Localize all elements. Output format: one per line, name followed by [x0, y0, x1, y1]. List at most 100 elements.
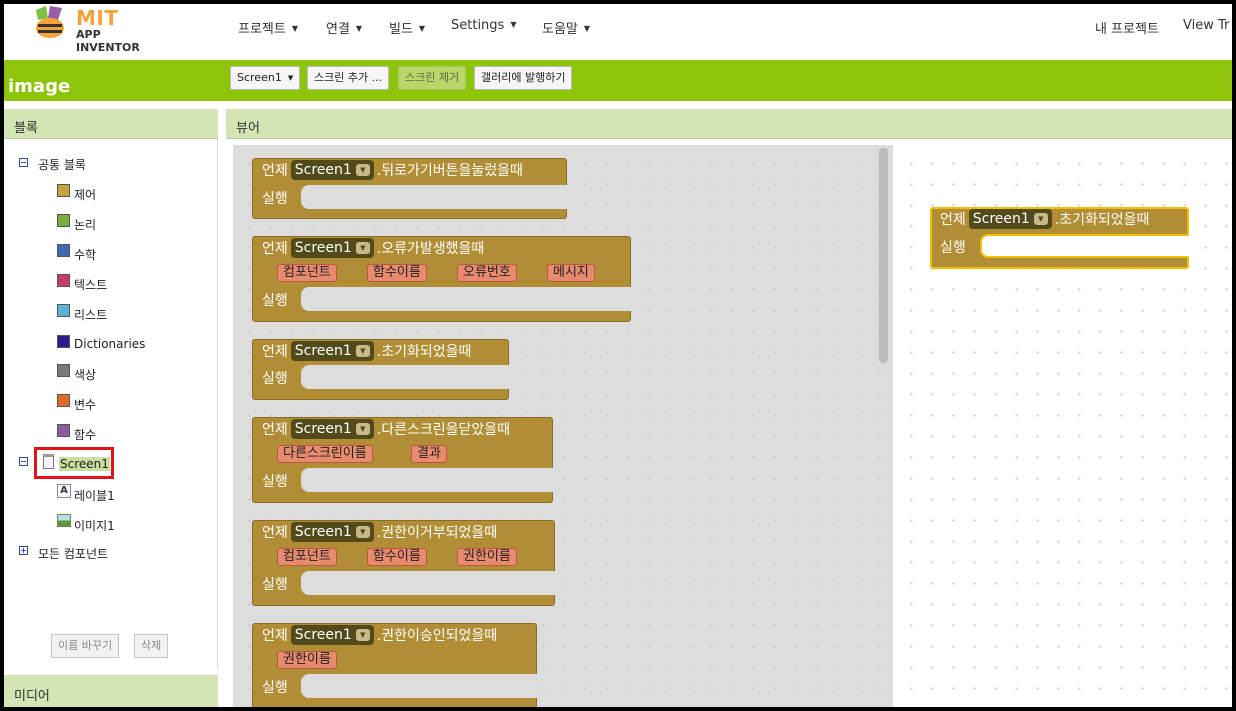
drawer-text[interactable]: 텍스트	[74, 276, 107, 293]
component-dropdown-label: Screen1	[294, 162, 352, 178]
menu-help-label: 도움말	[542, 22, 578, 37]
dropdown-arrow-icon: ▼	[355, 423, 370, 435]
viewer-title: 뷰어	[236, 121, 260, 136]
text-color-swatch	[57, 274, 70, 287]
drawer-dictionaries[interactable]: Dictionaries	[74, 337, 145, 351]
component-dropdown-label: Screen1	[294, 627, 352, 643]
blocks-flyout[interactable]: 언제 Screen1 ▼ .뒤로가기버튼을눌렀을때 실행 언제 Screen1 ▼ .오류가…	[233, 145, 893, 707]
flyout-scrollbar[interactable]	[879, 148, 888, 363]
when-label: 언제	[262, 241, 288, 257]
do-statement-slot[interactable]	[301, 468, 554, 492]
image-icon	[57, 514, 71, 527]
caret-down-icon: ▼	[355, 24, 363, 33]
event-block-header: 언제 Screen1 ▼ .초기화되었을때	[262, 339, 471, 365]
list-color-swatch	[57, 304, 70, 317]
menu-project[interactable]: 프로젝트 ▼	[238, 18, 298, 37]
param-error-number[interactable]: 오류번호	[457, 264, 517, 282]
component-dropdown[interactable]: Screen1 ▼	[290, 419, 374, 439]
builtin-blocks-label[interactable]: 공통 블록	[38, 156, 86, 173]
do-statement-slot[interactable]	[301, 365, 510, 389]
event-block-header: 언제 Screen1 ▼ .권한이거부되었을때	[262, 520, 497, 546]
param-message[interactable]: 메시지	[547, 264, 595, 282]
dropdown-arrow-icon: ▼	[355, 164, 370, 176]
component-image1[interactable]: 이미지1	[74, 517, 115, 534]
blocks-panel: 블록 − 공통 블록 제어 논리 수학 텍스트 리스트 Dictionaries…	[4, 109, 218, 669]
param-component[interactable]: 컴포넌트	[277, 264, 337, 282]
view-trash-link[interactable]: View Tr	[1183, 18, 1229, 33]
param-permission-name[interactable]: 권한이름	[457, 548, 517, 566]
label-icon: A	[57, 484, 71, 498]
screen-select-label: Screen1	[237, 71, 282, 84]
param-result[interactable]: 결과	[411, 445, 447, 463]
event-name-label: .다른스크린을닫았을때	[376, 422, 511, 438]
collapse-icon[interactable]: −	[19, 457, 28, 466]
screen-select-button[interactable]: Screen1 ▼	[230, 66, 301, 90]
component-dropdown[interactable]: Screen1 ▼	[290, 341, 374, 361]
component-dropdown[interactable]: Screen1 ▼	[290, 625, 374, 645]
menu-connect-label: 연결	[326, 22, 350, 37]
menu-project-label: 프로젝트	[238, 22, 286, 37]
project-toolbar: image Screen1 ▼ 스크린 추가 ... 스크린 제거 갤러리에 발행…	[4, 60, 1232, 101]
dropdown-arrow-icon: ▼	[355, 345, 370, 357]
do-statement-slot[interactable]	[980, 234, 1189, 258]
rename-button[interactable]: 이름 바꾸기	[51, 634, 120, 658]
app-inventor-logo[interactable]: MIT APP INVENTOR	[28, 4, 168, 54]
toolbar-divider	[4, 101, 1232, 109]
drawer-logic[interactable]: 논리	[74, 216, 96, 233]
component-dropdown[interactable]: Screen1 ▼	[290, 160, 374, 180]
event-name-label: .권한이승인되었을때	[376, 628, 498, 644]
component-dropdown-label: Screen1	[294, 421, 352, 437]
when-label: 언제	[940, 212, 966, 228]
event-name-label: .뒤로가기버튼을눌렀을때	[376, 163, 523, 179]
event-name-label: .권한이거부되었을때	[376, 525, 498, 541]
media-panel-header: 미디어	[4, 675, 218, 707]
dropdown-arrow-icon: ▼	[355, 526, 370, 538]
drawer-control[interactable]: 제어	[74, 186, 96, 203]
param-component[interactable]: 컴포넌트	[277, 548, 337, 566]
event-name-label: .오류가발생했을때	[376, 241, 485, 257]
drawer-variables[interactable]: 변수	[74, 396, 96, 413]
event-block-header: 언제 Screen1 ▼ .다른스크린을닫았을때	[262, 417, 510, 443]
drawer-colors[interactable]: 색상	[74, 366, 96, 383]
screen1-label: Screen1	[59, 457, 110, 471]
menu-help[interactable]: 도움말 ▼	[542, 18, 590, 37]
do-label: 실행	[940, 240, 966, 256]
bee-logo-icon	[36, 6, 64, 38]
param-permission-name[interactable]: 권한이름	[277, 651, 337, 669]
my-projects-link[interactable]: 내 프로젝트	[1095, 18, 1159, 37]
menu-build[interactable]: 빌드 ▼	[389, 18, 425, 37]
event-block-header: 언제 Screen1 ▼ .뒤로가기버튼을눌렀을때	[262, 158, 523, 184]
add-screen-button[interactable]: 스크린 추가 ...	[307, 66, 390, 90]
do-statement-slot[interactable]	[301, 185, 568, 209]
viewer-left-gap	[226, 145, 233, 707]
param-function-name[interactable]: 함수이름	[367, 548, 427, 566]
param-other-screen-name[interactable]: 다른스크린이름	[277, 445, 373, 463]
component-dropdown[interactable]: Screen1 ▼	[968, 209, 1052, 229]
remove-screen-button[interactable]: 스크린 제거	[398, 66, 467, 90]
do-label: 실행	[262, 680, 288, 696]
component-dropdown[interactable]: Screen1 ▼	[290, 522, 374, 542]
screen1-tree-item[interactable]: Screen1	[34, 447, 114, 479]
blocks-workspace[interactable]: 언제 Screen1 ▼ .초기화되었을때 실행	[893, 145, 1232, 707]
caret-down-icon: ▼	[583, 24, 591, 33]
delete-button[interactable]: 삭제	[134, 634, 169, 658]
do-statement-slot[interactable]	[301, 674, 538, 698]
drawer-math[interactable]: 수학	[74, 246, 96, 263]
drawer-lists[interactable]: 리스트	[74, 306, 107, 323]
logic-color-swatch	[57, 214, 70, 227]
component-dropdown-label: Screen1	[972, 211, 1030, 227]
drawer-procedures[interactable]: 함수	[74, 426, 96, 443]
color-color-swatch	[57, 364, 70, 377]
blocks-panel-title: 블록	[14, 121, 38, 136]
param-function-name[interactable]: 함수이름	[367, 264, 427, 282]
publish-gallery-button[interactable]: 갤러리에 발행하기	[474, 66, 573, 90]
component-dropdown[interactable]: Screen1 ▼	[290, 238, 374, 258]
any-component-label[interactable]: 모든 컴포넌트	[38, 545, 108, 562]
collapse-icon[interactable]: −	[19, 158, 28, 167]
do-statement-slot[interactable]	[301, 287, 632, 311]
component-label1[interactable]: 레이블1	[74, 487, 115, 504]
do-statement-slot[interactable]	[301, 571, 556, 595]
expand-icon[interactable]: +	[19, 546, 28, 555]
menu-connect[interactable]: 연결 ▼	[326, 18, 362, 37]
menu-settings[interactable]: Settings ▼	[451, 18, 516, 33]
